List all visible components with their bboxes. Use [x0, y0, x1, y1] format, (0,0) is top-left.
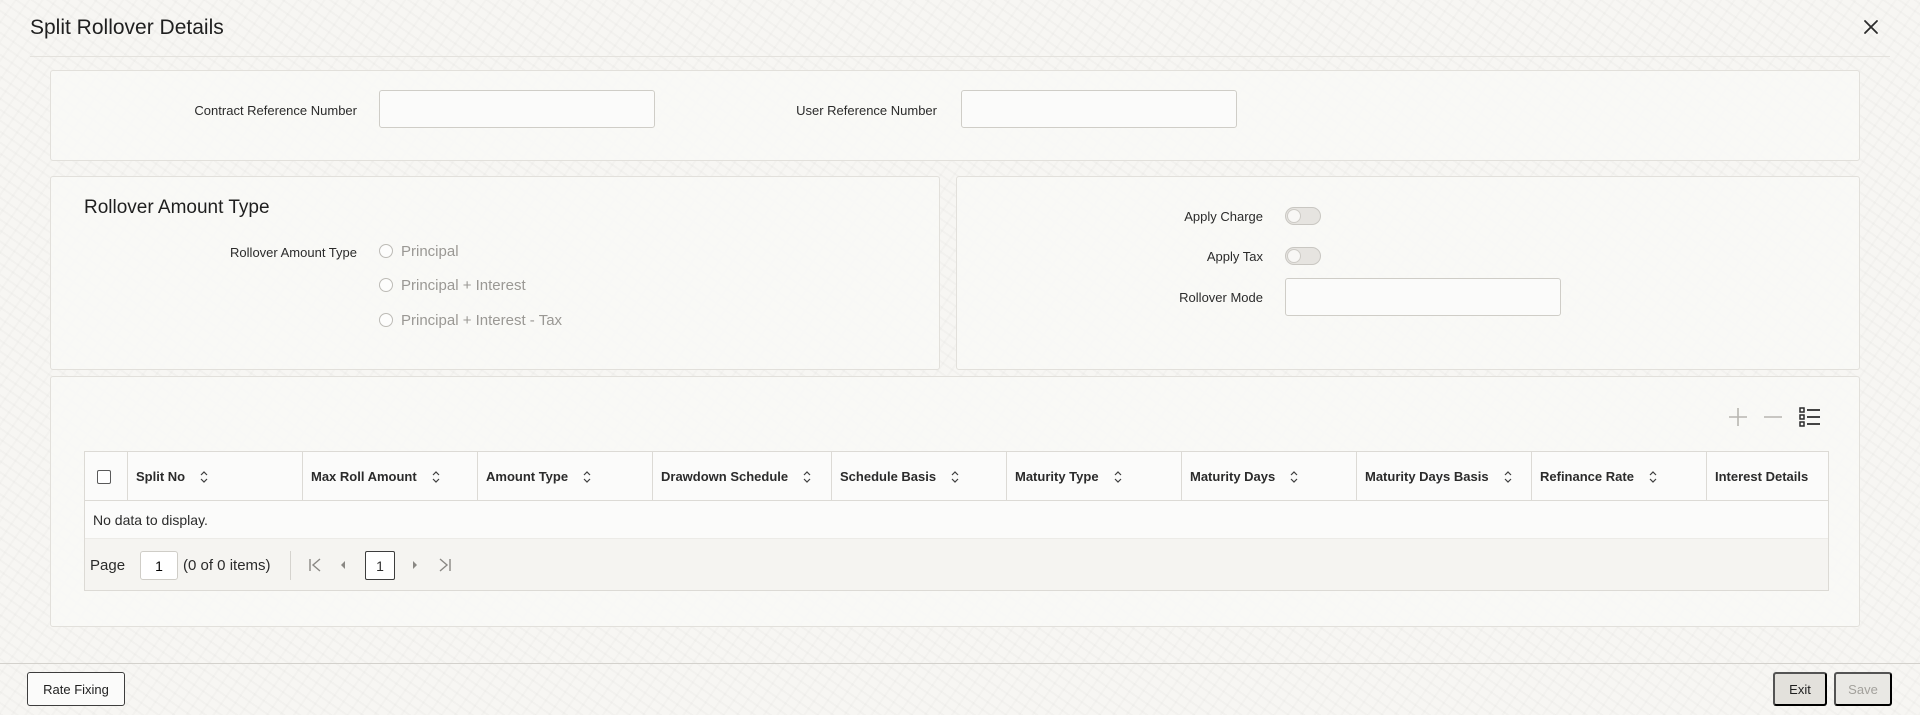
- prev-page-icon[interactable]: [335, 557, 351, 573]
- split-grid-panel: Split No Max Roll Amount Amount Type Dra…: [50, 376, 1860, 627]
- col-drawdown-schedule[interactable]: Drawdown Schedule: [653, 452, 832, 501]
- col-split-no[interactable]: Split No: [128, 452, 303, 501]
- contract-reference-input[interactable]: [379, 90, 655, 128]
- rollover-mode-input[interactable]: [1285, 278, 1561, 316]
- close-icon[interactable]: [1862, 18, 1880, 36]
- radio-principal[interactable]: Principal: [379, 241, 459, 261]
- radio-principal-interest-tax[interactable]: Principal + Interest - Tax: [379, 310, 562, 330]
- col-amount-type-label: Amount Type: [486, 469, 569, 484]
- sort-icon[interactable]: [802, 470, 812, 484]
- col-max-roll-amount-label: Max Roll Amount: [311, 469, 417, 484]
- col-maturity-type-label: Maturity Type: [1015, 469, 1099, 484]
- first-page-icon[interactable]: [307, 557, 323, 573]
- apply-tax-label: Apply Tax: [1206, 249, 1263, 264]
- radio-principal-interest-label: Principal + Interest: [401, 276, 526, 294]
- split-table: Split No Max Roll Amount Amount Type Dra…: [84, 451, 1829, 591]
- sort-icon[interactable]: [1648, 470, 1658, 484]
- exit-button[interactable]: Exit: [1773, 672, 1827, 706]
- apply-charge-toggle[interactable]: [1285, 207, 1321, 225]
- select-all-checkbox[interactable]: [97, 469, 111, 484]
- col-refinance-rate-label: Refinance Rate: [1540, 469, 1634, 484]
- sort-icon[interactable]: [1289, 470, 1299, 484]
- reference-panel: Contract Reference Number User Reference…: [50, 70, 1860, 161]
- rollover-amount-type-label: Rollover Amount Type: [230, 245, 357, 260]
- charges-panel: Apply Charge Apply Tax Rollover Mode: [956, 176, 1860, 370]
- radio-circle[interactable]: [379, 278, 393, 292]
- pager-divider: [290, 551, 291, 580]
- minus-icon[interactable]: [1761, 405, 1785, 429]
- radio-principal-label: Principal: [401, 242, 459, 260]
- current-page-button[interactable]: 1: [365, 551, 395, 580]
- radio-principal-interest-tax-label: Principal + Interest - Tax: [401, 311, 563, 329]
- apply-charge-label: Apply Charge: [1184, 209, 1263, 224]
- select-all-header: [85, 452, 128, 501]
- next-page-icon[interactable]: [407, 557, 423, 573]
- col-maturity-days-basis-label: Maturity Days Basis: [1365, 469, 1489, 484]
- list-view-icon[interactable]: [1798, 405, 1822, 429]
- table-header: Split No Max Roll Amount Amount Type Dra…: [85, 452, 1828, 501]
- col-max-roll-amount[interactable]: Max Roll Amount: [303, 452, 478, 501]
- col-split-no-label: Split No: [136, 469, 186, 484]
- rollover-mode-label: Rollover Mode: [1179, 290, 1263, 305]
- col-schedule-basis-label: Schedule Basis: [840, 469, 937, 484]
- col-schedule-basis[interactable]: Schedule Basis: [832, 452, 1007, 501]
- save-button[interactable]: Save: [1834, 672, 1892, 706]
- sort-icon[interactable]: [431, 470, 441, 484]
- rollover-amount-section-title: Rollover Amount Type: [84, 197, 270, 218]
- page-number-input[interactable]: [140, 551, 178, 580]
- contract-reference-label: Contract Reference Number: [194, 103, 357, 118]
- col-drawdown-schedule-label: Drawdown Schedule: [661, 469, 789, 484]
- item-count: (0 of 0 items): [183, 557, 271, 574]
- footer-divider: [0, 663, 1920, 664]
- dialog-header: Split Rollover Details: [0, 0, 1920, 58]
- radio-principal-interest[interactable]: Principal + Interest: [379, 275, 526, 295]
- empty-message: No data to display.: [93, 512, 208, 528]
- col-refinance-rate[interactable]: Refinance Rate: [1532, 452, 1707, 501]
- user-reference-label: User Reference Number: [796, 103, 937, 118]
- sort-icon[interactable]: [1503, 470, 1513, 484]
- sort-icon[interactable]: [950, 470, 960, 484]
- header-divider: [30, 56, 1890, 57]
- page-label: Page: [90, 557, 126, 574]
- radio-circle[interactable]: [379, 313, 393, 327]
- plus-icon[interactable]: [1726, 405, 1750, 429]
- col-amount-type[interactable]: Amount Type: [478, 452, 653, 501]
- apply-tax-toggle[interactable]: [1285, 247, 1321, 265]
- last-page-icon[interactable]: [437, 557, 453, 573]
- sort-icon[interactable]: [582, 470, 592, 484]
- sort-icon[interactable]: [1113, 470, 1123, 484]
- pagination-bar: Page (0 of 0 items) 1: [85, 538, 1828, 590]
- col-interest-details-label: Interest Details: [1715, 469, 1809, 484]
- col-maturity-days-basis[interactable]: Maturity Days Basis: [1357, 452, 1532, 501]
- rollover-amount-panel: Rollover Amount Type Rollover Amount Typ…: [50, 176, 940, 370]
- rate-fixing-button[interactable]: Rate Fixing: [27, 672, 125, 706]
- col-maturity-days-label: Maturity Days: [1190, 469, 1276, 484]
- radio-circle[interactable]: [379, 244, 393, 258]
- col-maturity-type[interactable]: Maturity Type: [1007, 452, 1182, 501]
- page-title: Split Rollover Details: [30, 16, 224, 39]
- user-reference-input[interactable]: [961, 90, 1237, 128]
- col-interest-details[interactable]: Interest Details: [1707, 452, 1828, 501]
- col-maturity-days[interactable]: Maturity Days: [1182, 452, 1357, 501]
- sort-icon[interactable]: [199, 470, 209, 484]
